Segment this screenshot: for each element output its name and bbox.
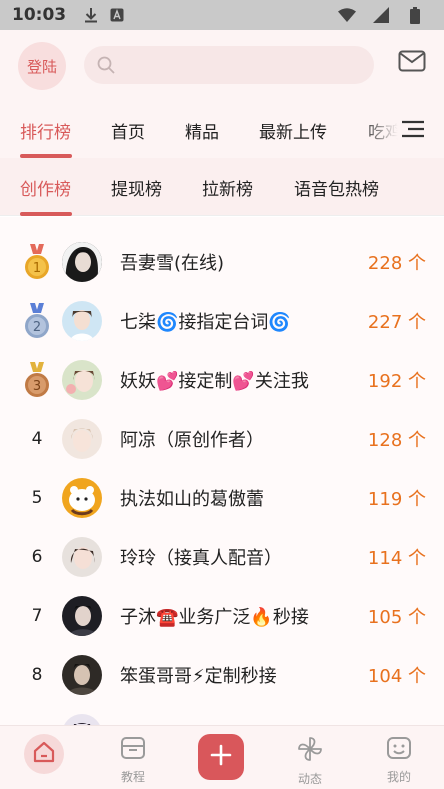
signal-icon xyxy=(372,6,390,24)
tab-voice-pack-ranking[interactable]: 语音包热榜 xyxy=(294,158,379,216)
nav-tutorial[interactable]: 教程 xyxy=(103,726,163,789)
svg-text:2: 2 xyxy=(33,320,41,335)
rank-number: 9 xyxy=(26,704,48,726)
svg-text:1: 1 xyxy=(33,261,41,276)
avatar xyxy=(62,242,102,282)
rank-number: 4 xyxy=(31,428,43,449)
tab-withdraw-ranking[interactable]: 提现榜 xyxy=(111,158,162,216)
creator-name: 执法如山的葛傲蕾 xyxy=(120,488,264,510)
nav-mine-label: 我的 xyxy=(386,770,411,784)
plus-icon xyxy=(210,744,232,770)
subtab-active-indicator xyxy=(20,212,72,216)
tutorial-icon xyxy=(120,736,146,764)
bottom-nav: 教程 动态 我的 xyxy=(0,725,444,789)
creator-name: 子沐☎️业务广泛🔥秒接 xyxy=(120,606,309,628)
bronze-medal-icon: 3 xyxy=(24,362,50,400)
avatar xyxy=(62,478,102,518)
creation-count: 105 个 xyxy=(367,606,426,628)
status-bar: 10:03 xyxy=(0,0,444,30)
creation-count: 128 个 xyxy=(367,429,426,451)
status-time: 10:03 xyxy=(12,5,67,25)
creation-count: 个 xyxy=(408,704,426,726)
avatar xyxy=(62,419,102,459)
list-item[interactable]: 9 莫吵💕接台词定制 个 xyxy=(0,704,444,725)
avatar xyxy=(62,301,102,341)
creation-count: 228 个 xyxy=(367,252,426,274)
list-item[interactable]: 2 七柒🌀接指定台词🌀 227 个 xyxy=(0,291,444,350)
download-icon xyxy=(82,6,100,24)
ranking-list: 1 吾妻雪(在线) 228 个 2 七柒🌀接指定台词🌀 227 个 3 妖妖💕接… xyxy=(0,217,444,725)
tab-home[interactable]: 首页 xyxy=(111,102,145,158)
rank-number: 5 xyxy=(31,487,43,508)
tab-featured[interactable]: 精品 xyxy=(185,102,219,158)
creator-name: 笨蛋哥哥⚡定制秒接 xyxy=(120,665,277,687)
avatar xyxy=(62,655,102,695)
creator-name: 莫吵💕接台词定制 xyxy=(120,704,268,726)
creation-count: 119 个 xyxy=(367,488,426,510)
creator-name: 妖妖💕接定制💕关注我 xyxy=(120,370,309,392)
top-bar: 登陆 xyxy=(0,30,444,102)
avatar xyxy=(62,714,102,725)
creator-name: 吾妻雪(在线) xyxy=(120,252,225,274)
list-item[interactable]: 5 执法如山的葛傲蕾 119 个 xyxy=(0,468,444,527)
creator-name: 七柒🌀接指定台词🌀 xyxy=(120,311,291,333)
mail-icon[interactable] xyxy=(398,50,426,76)
ranking-tab-bar: 创作榜 提现榜 拉新榜 语音包热榜 xyxy=(0,158,444,216)
creation-count: 192 个 xyxy=(367,370,426,392)
nav-mine[interactable]: 我的 xyxy=(369,726,429,789)
search-icon xyxy=(96,55,116,79)
nav-dynamic[interactable]: 动态 xyxy=(280,726,340,789)
creator-name: 玲玲（接真人配音） xyxy=(120,547,282,569)
tab-latest-upload[interactable]: 最新上传 xyxy=(259,102,327,158)
list-item[interactable]: 3 妖妖💕接定制💕关注我 192 个 xyxy=(0,350,444,409)
creation-count: 227 个 xyxy=(367,311,426,333)
creator-name: 阿凉（原创作者） xyxy=(120,429,264,451)
tab-creation-ranking[interactable]: 创作榜 xyxy=(20,158,71,216)
menu-icon[interactable] xyxy=(402,119,424,143)
tab-ranking[interactable]: 排行榜 xyxy=(20,102,71,158)
nav-home[interactable] xyxy=(24,734,64,774)
svg-text:3: 3 xyxy=(33,379,41,394)
login-button[interactable]: 登陆 xyxy=(18,42,66,90)
home-icon xyxy=(32,740,56,768)
creation-count: 104 个 xyxy=(367,665,426,687)
pinwheel-icon xyxy=(297,736,323,766)
silver-medal-icon: 2 xyxy=(24,303,50,341)
avatar xyxy=(62,596,102,636)
list-item[interactable]: 6 玲玲（接真人配音） 114 个 xyxy=(0,527,444,586)
rank-number: 8 xyxy=(31,664,43,685)
list-item[interactable]: 1 吾妻雪(在线) 228 个 xyxy=(0,232,444,291)
gold-medal-icon: 1 xyxy=(24,244,50,282)
battery-icon xyxy=(406,6,424,24)
rank-number: 6 xyxy=(31,546,43,567)
search-input[interactable] xyxy=(84,46,374,84)
nav-dynamic-label: 动态 xyxy=(297,772,322,786)
creation-count: 114 个 xyxy=(367,547,426,569)
add-button[interactable] xyxy=(198,734,244,780)
rank-number: 7 xyxy=(31,605,43,626)
main-tab-bar: 排行榜 首页 精品 最新上传 吃鸡 xyxy=(0,102,444,158)
tab-invite-ranking[interactable]: 拉新榜 xyxy=(202,158,253,216)
smiley-icon xyxy=(386,736,412,764)
avatar xyxy=(62,537,102,577)
nav-tutorial-label: 教程 xyxy=(120,770,145,784)
list-item[interactable]: 4 阿凉（原创作者） 128 个 xyxy=(0,409,444,468)
list-item[interactable]: 7 子沐☎️业务广泛🔥秒接 105 个 xyxy=(0,586,444,645)
app-notification-icon xyxy=(108,6,126,24)
wifi-icon xyxy=(338,6,356,24)
list-item[interactable]: 8 笨蛋哥哥⚡定制秒接 104 个 xyxy=(0,645,444,704)
avatar xyxy=(62,360,102,400)
